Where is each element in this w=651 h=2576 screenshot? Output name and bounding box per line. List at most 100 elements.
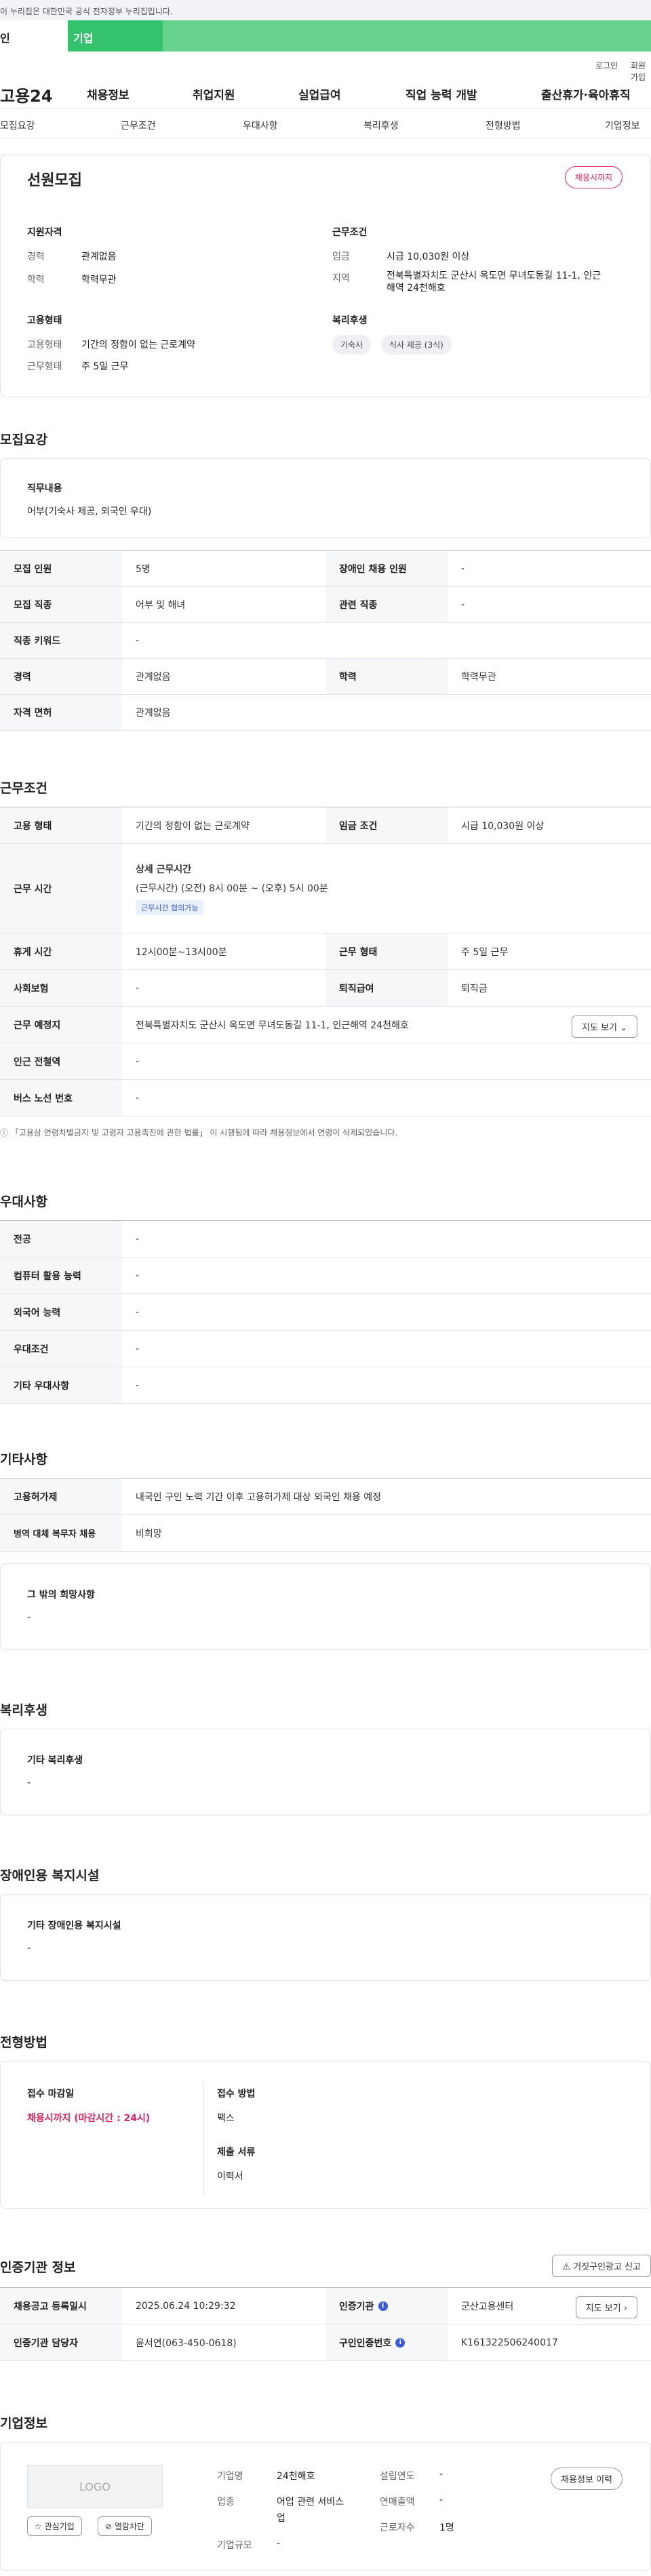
- subnav-selection[interactable]: 전형방법: [486, 119, 521, 132]
- wage-label: 임금: [332, 251, 350, 262]
- region-label: 지역: [332, 273, 350, 284]
- utility-bar: 로그인 회원가입: [0, 52, 651, 82]
- info-icon[interactable]: i: [378, 2301, 388, 2311]
- table-row: 모집 인원 5명 장애인 채용 인원 -: [0, 551, 651, 587]
- education-label: 학력: [27, 275, 45, 285]
- company-size-label: 기업규모: [217, 2540, 252, 2551]
- table-row: 모집 직종 어부 및 해녀 관련 직종 -: [0, 587, 651, 623]
- audience-tabbar: 인 기업: [0, 20, 651, 52]
- table-row: 휴게 시간 12시00분~13시00분 근무 형태 주 5일 근무: [0, 933, 651, 970]
- block-icon: ⊘: [105, 2522, 113, 2531]
- nav-item-parental-leave[interactable]: 출산휴가·육아휴직: [541, 85, 631, 102]
- site-logo[interactable]: 고용24: [0, 83, 53, 106]
- recruit-history-button[interactable]: 채용정보 이력: [551, 2468, 623, 2490]
- info-icon[interactable]: i: [395, 2337, 406, 2348]
- gov-banner: 이 누리집은 대한민국 공식 전자정부 누리집입니다.: [0, 0, 651, 20]
- disabled-other-title: 기타 장애인용 복지시설: [27, 1920, 121, 1931]
- company-section-title: 기업정보: [0, 2416, 47, 2431]
- agency-table: 채용공고 등록일시 2025.06.24 10:29:32 인증기관 i 군산고용…: [0, 2287, 651, 2361]
- employees-label: 근로자수: [380, 2522, 415, 2533]
- nav-item-jobs[interactable]: 채용정보: [87, 85, 130, 102]
- info-icon: ⓘ: [0, 1128, 9, 1138]
- selection-section-title: 전형방법: [0, 2035, 47, 2050]
- welfare-section-title: 복리후생: [0, 1703, 47, 1718]
- welfare-chip-meals: 식사 제공 (3식): [381, 335, 452, 355]
- company-name-value: 24천해호: [277, 2471, 315, 2482]
- career-label: 경력: [27, 251, 45, 262]
- employees-value: 1명: [439, 2522, 454, 2533]
- deadline-label: 접수 마감일: [27, 2089, 75, 2099]
- table-row: 기타 우대사항 -: [0, 1367, 651, 1404]
- report-false-ad-button[interactable]: ⚠ 거짓구인광고 신고: [552, 2255, 651, 2277]
- welfare-summary-title: 복리후생: [332, 315, 368, 326]
- subnav-recruit[interactable]: 모집요강: [0, 119, 35, 132]
- interest-company-button[interactable]: ☆ 관심기업: [27, 2516, 82, 2536]
- status-badge: 채용시까지: [564, 166, 623, 188]
- etc-table: 고용허가제 내국인 구인 노력 기간 이후 고용허가제 대상 외국인 채용 예정…: [0, 1478, 651, 1552]
- table-row: 근무 시간 상세 근무시간 (근무시간) (오전) 8시 00분 ~ (오후) …: [0, 844, 651, 933]
- company-logo-placeholder: LOGO: [27, 2465, 163, 2508]
- qualification-title: 지원자격: [27, 227, 62, 238]
- table-row: 외국어 능력 -: [0, 1294, 651, 1331]
- recruit-table: 모집 인원 5명 장애인 채용 인원 - 모집 직종 어부 및 해녀 관련 직종…: [0, 550, 651, 731]
- chevron-right-icon: ›: [623, 2303, 627, 2314]
- company-size-value: -: [277, 2538, 281, 2549]
- region-value-line2: 해역 24천해호: [387, 283, 446, 294]
- table-row: 병역 대체 복무자 채용 비희망: [0, 1515, 651, 1552]
- table-row: 전공 -: [0, 1221, 651, 1257]
- agency-map-button[interactable]: 지도 보기 ›: [575, 2296, 637, 2318]
- agency-section-title: 인증기관 정보: [0, 2260, 76, 2275]
- conditions-section-title: 근무조건: [0, 781, 47, 796]
- employment-type-label: 고용형태: [27, 340, 62, 350]
- siren-icon: ⚠: [562, 2262, 571, 2272]
- hours-negotiable-badge: 근무시간 협의가능: [136, 900, 204, 915]
- subnav-preference[interactable]: 우대사항: [243, 119, 278, 132]
- welfare-chip-dormitory: 기숙사: [332, 335, 372, 355]
- subnav-company[interactable]: 기업정보: [605, 119, 640, 132]
- founded-value: -: [439, 2469, 443, 2480]
- job-description-text: 어부(기숙사 제공, 외국인 우대): [27, 506, 152, 517]
- table-row: 근무 예정지 전북특별자치도 군산시 옥도면 무녀도동길 11-1, 인근해역 …: [0, 1007, 651, 1043]
- employment-type-value: 기간의 정함이 없는 근로계약: [81, 340, 195, 350]
- table-row: 인근 전철역 -: [0, 1043, 651, 1080]
- recruit-section-title: 모집요강: [0, 432, 47, 447]
- conditions-map-button[interactable]: 지도 보기 ⌄: [571, 1015, 637, 1038]
- age-discrimination-note: ⓘ 「고용상 연령차별금지 및 고령자 고용촉진에 관한 법률」 이 시행됨에 …: [0, 1128, 398, 1138]
- preference-table: 전공 - 컴퓨터 활용 능력 - 외국어 능력 - 우대조건 - 기타 우대사항…: [0, 1220, 651, 1404]
- login-link[interactable]: 로그인: [595, 60, 618, 71]
- table-row: 고용 형태 기간의 정함이 없는 근로계약 임금 조건 시급 10,030원 이…: [0, 807, 651, 844]
- subnav-conditions[interactable]: 근무조건: [121, 119, 156, 132]
- conditions-table: 고용 형태 기간의 정함이 없는 근로계약 임금 조건 시급 10,030원 이…: [0, 807, 651, 1116]
- table-row: 버스 노선 번호 -: [0, 1080, 651, 1116]
- conditions-title: 근무조건: [332, 227, 368, 238]
- other-wishes-card: [0, 1563, 651, 1650]
- table-row: 채용공고 등록일시 2025.06.24 10:29:32 인증기관 i 군산고용…: [0, 2288, 651, 2325]
- star-icon: ☆: [35, 2522, 42, 2531]
- other-wishes-title: 그 밖의 희망사항: [27, 1590, 95, 1601]
- tab-person[interactable]: 인: [0, 20, 68, 52]
- industry-value-line1: 어업 관련 서비스: [277, 2497, 344, 2508]
- welfare-other-value: -: [27, 1777, 31, 1788]
- table-row: 고용허가제 내국인 구인 노력 기간 이후 고용허가제 대상 외국인 채용 예정: [0, 1478, 651, 1515]
- region-value-line1: 전북특별자치도 군산시 옥도면 무녀도동길 11-1, 인근: [387, 270, 601, 281]
- deadline-value: 채용시까지 (마감시간 : 24시): [27, 2113, 151, 2124]
- nav-item-employment-support[interactable]: 취업지원: [193, 85, 235, 102]
- table-row: 자격 면허 관계없음: [0, 695, 651, 731]
- table-row: 사회보험 - 퇴직급여 퇴직금: [0, 970, 651, 1007]
- preference-section-title: 우대사항: [0, 1194, 47, 1209]
- job-description-title: 직무내용: [27, 483, 62, 494]
- nav-item-vocational-training[interactable]: 직업 능력 개발: [406, 85, 477, 102]
- welfare-other-title: 기타 복리후생: [27, 1755, 83, 1766]
- subnav-welfare[interactable]: 복리후생: [363, 119, 399, 132]
- disabled-card: [0, 1894, 651, 1981]
- wage-value: 시급 10,030원 이상: [387, 251, 470, 262]
- block-view-button[interactable]: ⊘ 열람차단: [98, 2516, 153, 2536]
- global-nav: 고용24 채용정보 취업지원 실업급여 직업 능력 개발 출산휴가·육아휴직: [0, 73, 651, 108]
- tab-company[interactable]: 기업: [68, 20, 163, 52]
- nav-item-unemployment-benefit[interactable]: 실업급여: [298, 85, 341, 102]
- hours-detail-title: 상세 근무시간: [136, 864, 192, 875]
- work-type-value: 주 5일 근무: [81, 361, 129, 372]
- sales-label: 연매출액: [380, 2497, 415, 2508]
- career-value: 관계없음: [81, 251, 117, 262]
- industry-value-line2: 업: [277, 2513, 285, 2524]
